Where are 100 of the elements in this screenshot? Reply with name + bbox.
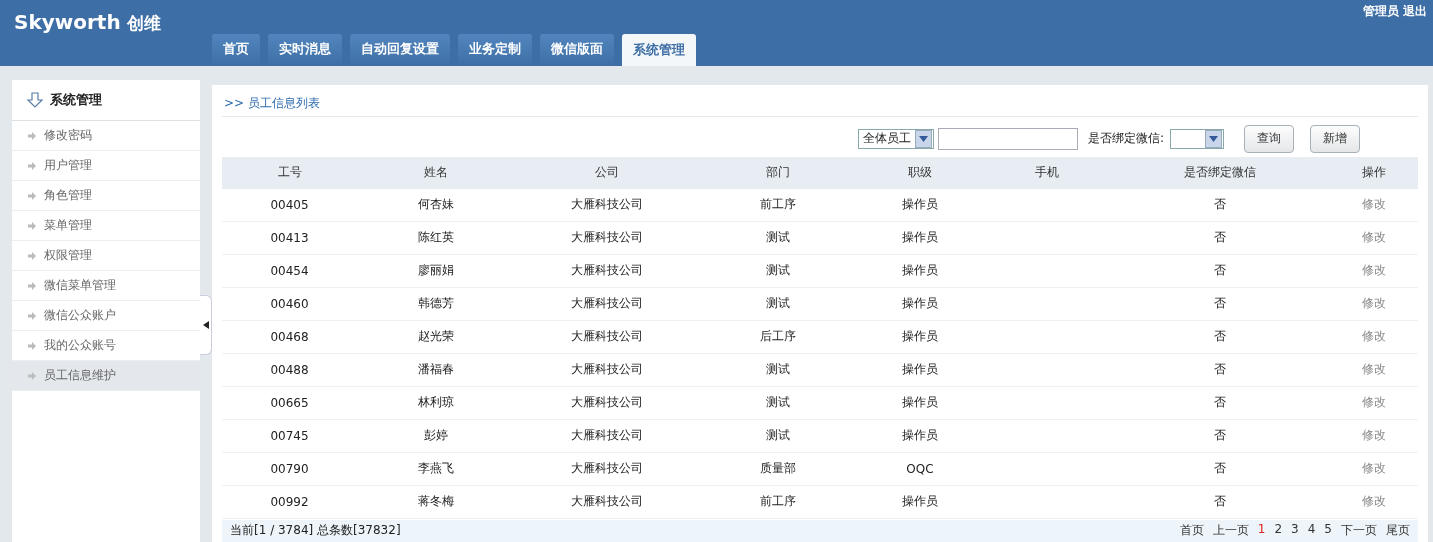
sidebar-item[interactable]: 用户管理 — [12, 151, 200, 181]
table-cell: 潘福春 — [418, 362, 454, 377]
sidebar-item[interactable]: 修改密码 — [12, 121, 200, 151]
collapse-handle[interactable] — [200, 295, 212, 355]
pagination-link[interactable]: 2 — [1274, 522, 1283, 540]
table-cell: 大雁科技公司 — [571, 362, 643, 377]
edit-link[interactable]: 修改 — [1362, 395, 1386, 410]
pagination-link[interactable]: 1 — [1257, 522, 1266, 540]
edit-link[interactable]: 修改 — [1362, 296, 1386, 311]
dropdown-arrow-icon — [918, 135, 928, 142]
edit-link[interactable]: 修改 — [1362, 197, 1386, 212]
dropdown-arrow-icon — [1209, 135, 1218, 142]
nav-tab[interactable]: 首页 — [212, 34, 260, 64]
edit-link[interactable]: 修改 — [1362, 461, 1386, 476]
sidebar-item[interactable]: 员工信息维护 — [12, 361, 200, 391]
nav-tab[interactable]: 自动回复设置 — [350, 34, 450, 64]
table-cell: 测试 — [766, 263, 790, 278]
bind-wechat-dropdown[interactable] — [1170, 128, 1224, 149]
column-header: 操作 — [1330, 156, 1418, 189]
table-cell: 质量部 — [760, 461, 796, 476]
table-cell: 00454 — [270, 263, 309, 278]
column-header: 职级 — [857, 156, 983, 189]
record-summary: 当前[1 / 3784] 总条数[37832] — [230, 522, 401, 540]
arrow-icon — [28, 281, 36, 290]
table-cell: 00745 — [270, 428, 309, 443]
pagination-link[interactable]: 3 — [1291, 522, 1299, 540]
column-header: 姓名 — [357, 156, 515, 189]
edit-link[interactable]: 修改 — [1362, 428, 1386, 443]
table-cell: 操作员 — [902, 263, 938, 278]
sidebar-item[interactable]: 菜单管理 — [12, 211, 200, 241]
pagination-link[interactable]: 尾页 — [1386, 522, 1410, 540]
nav-tab[interactable]: 实时消息 — [268, 34, 342, 64]
table-cell: 林利琼 — [418, 395, 454, 410]
table-cell: 大雁科技公司 — [571, 494, 643, 509]
table-cell: 否 — [1214, 494, 1226, 509]
table-cell: 否 — [1214, 329, 1226, 344]
brand-logo-chinese: 创维 — [126, 12, 161, 35]
table-cell: 00488 — [270, 362, 309, 377]
nav-tab[interactable]: 系统管理 — [622, 34, 696, 66]
edit-link[interactable]: 修改 — [1362, 329, 1386, 344]
table-cell: 00468 — [270, 329, 309, 344]
employee-filter-dropdown[interactable]: 全体员工 — [857, 128, 934, 149]
pagination-link[interactable]: 4 — [1307, 522, 1316, 540]
table-cell: 00460 — [270, 296, 309, 311]
edit-link[interactable]: 修改 — [1362, 230, 1386, 245]
sidebar-item[interactable]: 微信菜单管理 — [12, 271, 200, 301]
column-header: 手机 — [983, 156, 1110, 189]
column-header: 公司 — [515, 156, 699, 189]
table-cell: 否 — [1214, 461, 1226, 476]
table-cell: 蒋冬梅 — [418, 494, 454, 509]
table-cell: 否 — [1214, 263, 1226, 278]
sidebar-item[interactable]: 角色管理 — [12, 181, 200, 211]
table-cell: 大雁科技公司 — [571, 329, 643, 344]
left-triangle-icon — [202, 321, 209, 329]
edit-link[interactable]: 修改 — [1362, 494, 1386, 509]
table-cell: 00405 — [270, 197, 309, 212]
table-cell: 操作员 — [902, 395, 938, 410]
table-cell: 否 — [1214, 428, 1226, 443]
nav-tab[interactable]: 业务定制 — [458, 34, 532, 64]
table-cell: 测试 — [766, 230, 790, 245]
edit-link[interactable]: 修改 — [1362, 263, 1386, 278]
arrow-icon — [28, 341, 36, 350]
table-cell: 测试 — [766, 296, 790, 311]
table-cell: 操作员 — [902, 296, 938, 311]
user-link[interactable]: 管理员 — [1363, 3, 1399, 20]
table-cell: 否 — [1214, 362, 1226, 377]
table-cell: 测试 — [766, 395, 790, 410]
logout-link[interactable]: 退出 — [1403, 3, 1427, 20]
bind-wechat-label: 是否绑定微信: — [1087, 130, 1164, 148]
table-cell: 大雁科技公司 — [571, 395, 643, 410]
table-cell: 否 — [1214, 230, 1226, 245]
table-cell: 操作员 — [902, 494, 938, 509]
pagination-link[interactable]: 上一页 — [1212, 522, 1249, 540]
toolbar-button[interactable]: 新增 — [1310, 124, 1360, 153]
arrow-icon — [28, 371, 36, 380]
search-field[interactable] — [937, 127, 1078, 150]
table-cell: 00665 — [270, 395, 309, 410]
nav-tab[interactable]: 微信版面 — [540, 34, 614, 64]
table-cell: 测试 — [766, 362, 790, 377]
pagination-link[interactable]: 首页 — [1179, 522, 1204, 540]
table-cell: 韩德芳 — [418, 296, 454, 311]
breadcrumb: >> 员工信息列表 — [224, 94, 320, 112]
pagination-link[interactable]: 5 — [1324, 522, 1332, 540]
arrow-icon — [28, 311, 36, 320]
table-cell: 00790 — [270, 461, 309, 476]
table-cell: 大雁科技公司 — [571, 230, 643, 245]
table-cell: 前工序 — [760, 494, 796, 509]
down-arrow-icon — [26, 92, 44, 108]
table-cell: 后工序 — [760, 329, 796, 344]
column-header: 部门 — [699, 156, 857, 189]
table-cell: 廖丽娟 — [418, 263, 454, 278]
arrow-icon — [28, 191, 36, 200]
toolbar-button[interactable]: 查询 — [1244, 124, 1294, 153]
table-cell: 否 — [1214, 296, 1226, 311]
sidebar-item[interactable]: 权限管理 — [12, 241, 200, 271]
table-cell: 大雁科技公司 — [571, 263, 643, 278]
arrow-icon — [28, 131, 36, 140]
pagination-link[interactable]: 下一页 — [1341, 522, 1377, 540]
column-header: 工号 — [222, 156, 357, 189]
edit-link[interactable]: 修改 — [1362, 362, 1386, 377]
